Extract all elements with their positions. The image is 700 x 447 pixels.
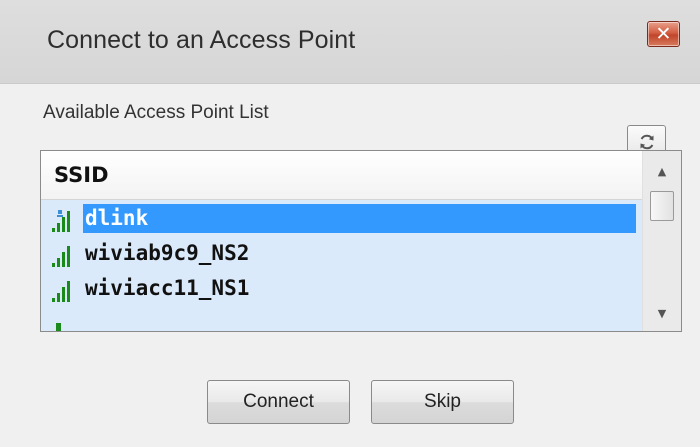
scroll-up-arrow-icon[interactable]: ▲ bbox=[643, 157, 681, 185]
ssid-label: wiviacc11_NS1 bbox=[85, 276, 250, 300]
vertical-scrollbar[interactable]: ▲ ▼ bbox=[642, 151, 681, 331]
ssid-label: wiviab9c9_NS2 bbox=[85, 241, 250, 265]
refresh-icon bbox=[640, 134, 653, 150]
signal-strength-icon bbox=[52, 281, 70, 302]
list-item[interactable]: wiviacc11_NS1 bbox=[41, 272, 642, 306]
list-heading: Available Access Point List bbox=[43, 102, 269, 123]
partial-signal-icon bbox=[56, 323, 61, 331]
close-icon: ✕ bbox=[655, 22, 672, 45]
column-header-ssid[interactable]: SSID bbox=[41, 151, 642, 200]
signal-strength-icon bbox=[52, 246, 70, 267]
connect-button[interactable]: Connect bbox=[207, 380, 350, 424]
access-point-list[interactable]: SSID dlink wiviab9c9_NS2 wiviacc11_NS1 ▲… bbox=[40, 150, 682, 332]
window-title: Connect to an Access Point bbox=[47, 26, 356, 54]
column-header-label: SSID bbox=[54, 163, 109, 187]
list-item[interactable]: wiviab9c9_NS2 bbox=[41, 237, 642, 271]
close-button[interactable]: ✕ bbox=[647, 21, 680, 47]
ssid-label: dlink bbox=[83, 204, 636, 233]
list-area: SSID dlink wiviab9c9_NS2 wiviacc11_NS1 bbox=[41, 151, 642, 331]
title-bar: Connect to an Access Point ✕ bbox=[0, 0, 700, 84]
list-item[interactable]: dlink bbox=[41, 202, 642, 236]
signal-strength-icon bbox=[52, 210, 70, 232]
scrollbar-thumb[interactable] bbox=[650, 191, 674, 221]
scroll-down-arrow-icon[interactable]: ▼ bbox=[643, 299, 681, 327]
skip-button[interactable]: Skip bbox=[371, 380, 514, 424]
